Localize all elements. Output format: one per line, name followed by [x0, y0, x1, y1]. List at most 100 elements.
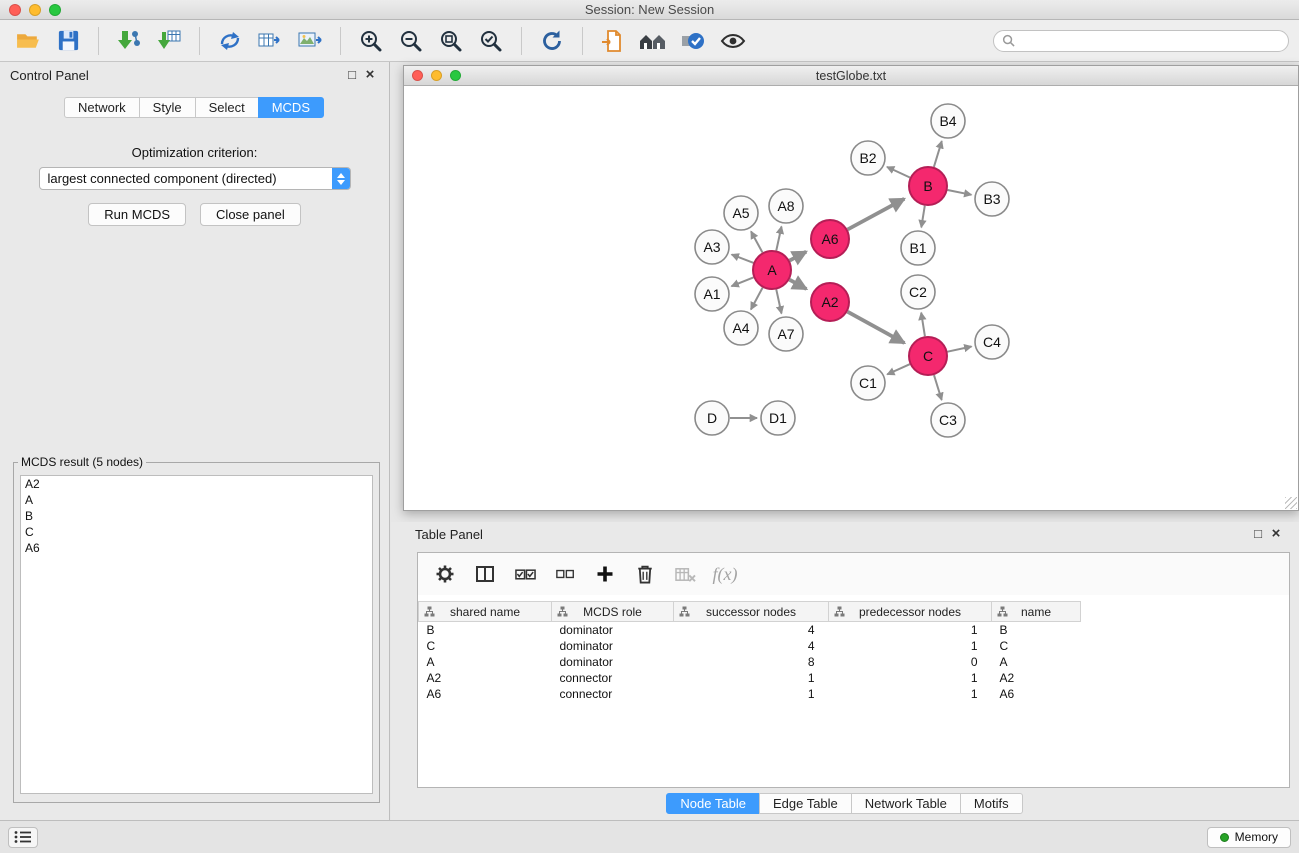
node-B4[interactable]: B4 [931, 104, 965, 138]
node-C4[interactable]: C4 [975, 325, 1009, 359]
node-A[interactable]: A [753, 251, 791, 289]
table-tab-network-table[interactable]: Network Table [851, 793, 961, 814]
table-tab-edge-table[interactable]: Edge Table [759, 793, 852, 814]
result-item-a6[interactable]: A6 [21, 540, 372, 556]
result-item-b[interactable]: B [21, 508, 372, 524]
node-B2[interactable]: B2 [851, 141, 885, 175]
edge-C-C2[interactable] [921, 313, 925, 337]
close-window-button[interactable] [9, 4, 21, 16]
node-D[interactable]: D [695, 401, 729, 435]
node-A5[interactable]: A5 [724, 196, 758, 230]
edge-B-B4[interactable] [934, 141, 942, 167]
node-A8[interactable]: A8 [769, 189, 803, 223]
edge-A-A4[interactable] [751, 288, 763, 310]
mcds-result-list[interactable]: A2ABCA6 [20, 475, 373, 794]
column-visibility-button[interactable] [470, 559, 500, 589]
network-minimize-button[interactable] [431, 70, 442, 81]
zoom-selected-button[interactable] [473, 24, 509, 58]
edge-A-A3[interactable] [732, 255, 754, 263]
zoom-window-button[interactable] [49, 4, 61, 16]
edge-A-A1[interactable] [732, 277, 754, 286]
table-row-C[interactable]: Cdominator41C [419, 638, 1081, 654]
close-panel-button-2[interactable]: Close panel [200, 203, 301, 226]
column-header-successor-nodes[interactable]: successor nodes [674, 602, 829, 622]
save-session-button[interactable] [50, 24, 86, 58]
tab-select[interactable]: Select [195, 97, 259, 118]
node-C[interactable]: C [909, 337, 947, 375]
add-column-button[interactable] [590, 559, 620, 589]
window-resize-handle[interactable] [1285, 497, 1297, 509]
table-tab-motifs[interactable]: Motifs [960, 793, 1023, 814]
result-item-c[interactable]: C [21, 524, 372, 540]
zoom-in-button[interactable] [353, 24, 389, 58]
tab-network[interactable]: Network [64, 97, 140, 118]
show-details-button[interactable] [715, 24, 751, 58]
refresh-button[interactable] [534, 24, 570, 58]
edge-B-B1[interactable] [921, 206, 925, 228]
function-builder-button[interactable]: f(x) [710, 559, 740, 589]
edge-A-A6[interactable] [790, 252, 807, 261]
open-session-button[interactable] [10, 24, 46, 58]
import-table-button[interactable] [151, 24, 187, 58]
select-all-button[interactable] [510, 559, 540, 589]
network-canvas[interactable]: B4 B2 B B3 A5 A8A6 A3 B1 A C2 A1 A2 A4 A7 C4 C C1 C3 D D1 [404, 86, 1298, 510]
edge-A6-B[interactable] [848, 199, 905, 230]
tab-mcds[interactable]: MCDS [258, 97, 324, 118]
node-C2[interactable]: C2 [901, 275, 935, 309]
table-tab-node-table[interactable]: Node Table [666, 793, 760, 814]
column-header-predecessor-nodes[interactable]: predecessor nodes [829, 602, 992, 622]
import-network-button[interactable] [111, 24, 147, 58]
document-export-button[interactable] [595, 24, 631, 58]
criterion-dropdown[interactable]: largest connected component (directed) [39, 167, 351, 190]
table-row-A6[interactable]: A6connector11A6 [419, 686, 1081, 702]
column-header-name[interactable]: name [992, 602, 1081, 622]
edge-A-A5[interactable] [751, 231, 762, 252]
edge-A-A7[interactable] [776, 290, 781, 314]
export-network-button[interactable] [212, 24, 248, 58]
export-table-button[interactable] [252, 24, 288, 58]
node-C1[interactable]: C1 [851, 366, 885, 400]
delete-column-button[interactable] [630, 559, 660, 589]
task-history-button[interactable] [8, 827, 38, 848]
node-A7[interactable]: A7 [769, 317, 803, 351]
minimize-window-button[interactable] [29, 4, 41, 16]
network-close-button[interactable] [412, 70, 423, 81]
table-row-A2[interactable]: A2connector11A2 [419, 670, 1081, 686]
node-B1[interactable]: B1 [901, 231, 935, 265]
edge-C-C4[interactable] [948, 347, 972, 352]
edge-A-A8[interactable] [776, 227, 781, 251]
edge-A-A2[interactable] [790, 280, 807, 289]
node-A6[interactable]: A6 [811, 220, 849, 258]
edge-A2-C[interactable] [848, 312, 905, 343]
table-settings-button[interactable] [430, 559, 460, 589]
node-A3[interactable]: A3 [695, 230, 729, 264]
node-D1[interactable]: D1 [761, 401, 795, 435]
zoom-fit-button[interactable] [433, 24, 469, 58]
table-row-A[interactable]: Adominator80A [419, 654, 1081, 670]
network-zoom-button[interactable] [450, 70, 461, 81]
table-close-panel-button[interactable]: × [1267, 526, 1285, 542]
apply-style-button[interactable] [675, 24, 711, 58]
result-item-a[interactable]: A [21, 492, 372, 508]
deselect-all-button[interactable] [550, 559, 580, 589]
node-A2[interactable]: A2 [811, 283, 849, 321]
home-view-button[interactable] [635, 24, 671, 58]
node-B[interactable]: B [909, 167, 947, 205]
table-float-panel-button[interactable]: □ [1249, 526, 1267, 542]
delete-table-button[interactable] [670, 559, 700, 589]
edge-C-C1[interactable] [887, 364, 910, 374]
column-header-shared-name[interactable]: shared name [419, 602, 552, 622]
node-C3[interactable]: C3 [931, 403, 965, 437]
tab-style[interactable]: Style [139, 97, 196, 118]
edge-B-B3[interactable] [948, 190, 972, 195]
close-panel-button[interactable]: × [361, 67, 379, 83]
float-panel-button[interactable]: □ [343, 67, 361, 83]
node-A4[interactable]: A4 [724, 311, 758, 345]
node-A1[interactable]: A1 [695, 277, 729, 311]
memory-button[interactable]: Memory [1207, 827, 1291, 848]
table-row-B[interactable]: Bdominator41B [419, 622, 1081, 638]
run-mcds-button[interactable]: Run MCDS [88, 203, 186, 226]
result-item-a2[interactable]: A2 [21, 476, 372, 492]
edge-C-C3[interactable] [934, 375, 942, 400]
node-B3[interactable]: B3 [975, 182, 1009, 216]
